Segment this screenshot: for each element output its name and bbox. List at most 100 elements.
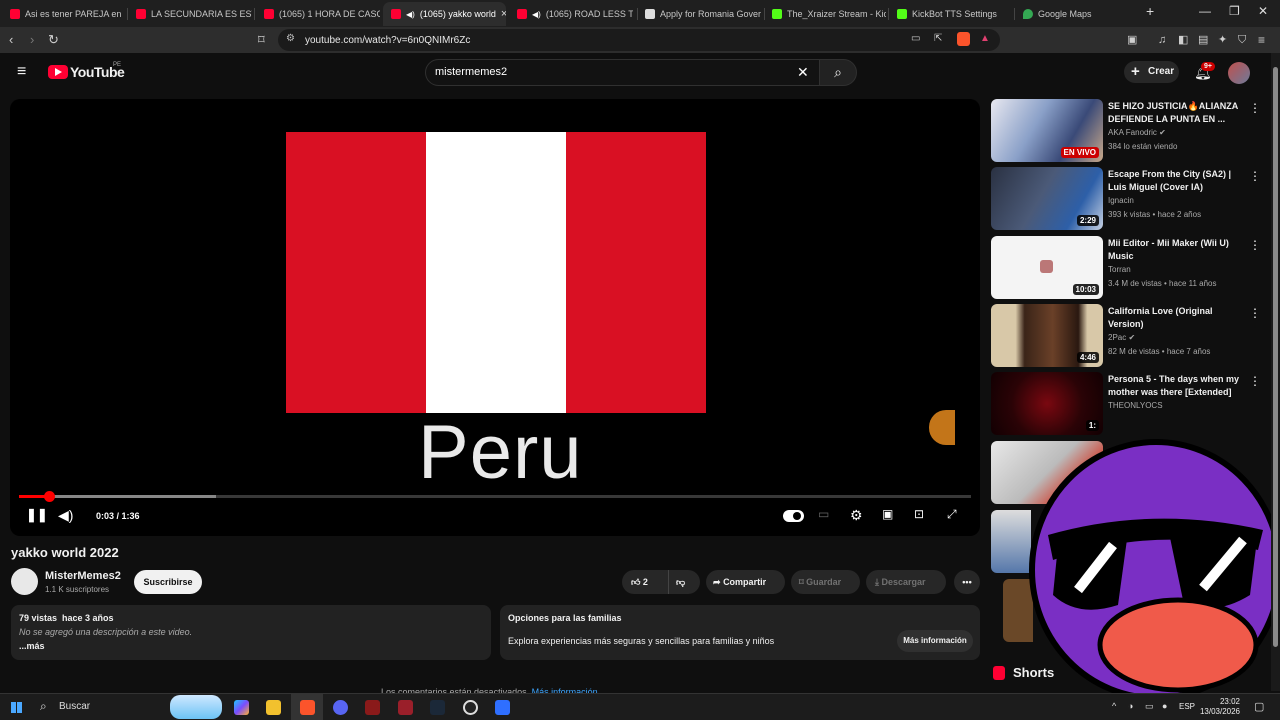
cast-icon[interactable]: ⊡: [914, 507, 924, 521]
swan-widget-icon[interactable]: [170, 695, 222, 719]
app-icon[interactable]: [398, 700, 413, 715]
settings-gear-icon[interactable]: ⚙: [850, 507, 863, 524]
close-window-icon[interactable]: ✕: [1258, 4, 1268, 18]
taskbar-search[interactable]: Buscar: [59, 701, 90, 712]
video-card-channel[interactable]: Torran: [1108, 265, 1131, 274]
save-button[interactable]: ⌑ Guardar: [791, 570, 860, 594]
create-button[interactable]: + Crear: [1124, 61, 1179, 83]
copilot-icon[interactable]: [234, 700, 249, 715]
video-thumbnail[interactable]: 4:46: [991, 304, 1103, 367]
download-button[interactable]: ⤓ Descargar: [866, 570, 946, 594]
video-card-title[interactable]: Persona 5 - The days when my mother was …: [1108, 373, 1248, 400]
browser-tab[interactable]: KickBot TTS Settings: [889, 2, 1013, 26]
channel-avatar[interactable]: [11, 568, 38, 595]
file-explorer-icon[interactable]: [266, 700, 281, 715]
close-tab-icon[interactable]: ×: [501, 8, 506, 20]
forward-icon[interactable]: ›: [30, 32, 34, 48]
vpn-icon[interactable]: ⛉: [1238, 32, 1246, 48]
reload-icon[interactable]: ↻: [48, 32, 59, 48]
subtitles-icon[interactable]: ▭: [818, 507, 829, 521]
more-actions-button[interactable]: •••: [954, 570, 980, 594]
video-card-channel[interactable]: Ignacin: [1108, 196, 1134, 205]
theater-mode-icon[interactable]: ▣: [882, 507, 893, 521]
language-indicator[interactable]: ESP: [1179, 702, 1195, 711]
autoplay-toggle[interactable]: [783, 510, 804, 522]
fullscreen-icon[interactable]: ⤢: [947, 507, 957, 522]
recommended-video[interactable]: EN VIVO SE HIZO JUSTICIA🔥ALIANZA DEFIEND…: [991, 99, 1271, 163]
more-vert-icon[interactable]: ⋮: [1249, 238, 1261, 252]
maximize-icon[interactable]: ❐: [1229, 4, 1240, 18]
browser-tab[interactable]: Asi es tener PAREJA en VE: [2, 2, 124, 26]
channel-name[interactable]: MisterMemes2: [45, 570, 121, 582]
description-box[interactable]: 79 vistas hace 3 años No se agregó una d…: [11, 605, 491, 660]
brave-browser-icon[interactable]: [300, 700, 315, 715]
scrollbar-thumb[interactable]: [1273, 67, 1278, 647]
browser-tab[interactable]: Google Maps: [1015, 2, 1135, 26]
cast-icon[interactable]: ▭: [911, 33, 920, 44]
progress-bar[interactable]: [19, 491, 971, 502]
browser-tab[interactable]: LA SECUNDARIA ES ESTUP: [128, 2, 252, 26]
more-vert-icon[interactable]: ⋮: [1249, 374, 1261, 388]
recommended-video[interactable]: 10:03 Mii Editor - Mii Maker (Wii U) Mus…: [991, 236, 1271, 300]
video-card-title[interactable]: Escape From the City (SA2) | Luis Miguel…: [1108, 168, 1248, 195]
new-tab-button[interactable]: +: [1146, 3, 1154, 19]
youtube-logo-icon[interactable]: [48, 65, 68, 79]
network-icon[interactable]: ▭: [1145, 701, 1154, 712]
app-icon[interactable]: [365, 700, 380, 715]
wallet-icon[interactable]: ▤: [1198, 32, 1208, 48]
panel-icon[interactable]: ◧: [1178, 32, 1188, 48]
video-card-title[interactable]: California Love (Original Version): [1108, 305, 1248, 332]
search-input[interactable]: mistermemes2: [425, 59, 823, 86]
like-button[interactable]: 👍︎ 2: [622, 570, 668, 594]
taskbar-clock[interactable]: 23:02 13/03/2026: [1198, 697, 1240, 717]
browser-tab[interactable]: (1065) 1 HORA DE CASOS: [256, 2, 380, 26]
video-thumbnail[interactable]: 10:03: [991, 236, 1103, 299]
windows-start-icon[interactable]: [11, 702, 22, 713]
subscribe-button[interactable]: Suscribirse: [134, 570, 202, 594]
search-button[interactable]: ⌕: [819, 59, 857, 86]
hamburger-menu-icon[interactable]: ≡: [17, 63, 26, 81]
video-card-title[interactable]: Mii Editor - Mii Maker (Wii U) Music: [1108, 237, 1248, 264]
more-info-button[interactable]: Más información: [897, 630, 973, 652]
clear-search-icon[interactable]: ✕: [797, 64, 809, 81]
rewards-icon[interactable]: ▲: [980, 33, 990, 44]
leo-icon[interactable]: ✦: [1218, 32, 1227, 48]
recommended-video[interactable]: 2:29 Escape From the City (SA2) | Luis M…: [991, 167, 1271, 231]
address-bar[interactable]: ⚙ youtube.com/watch?v=6n0QNIMr6Zc ▭ ⇱ ▲: [278, 29, 1000, 51]
video-thumbnail[interactable]: 2:29: [991, 167, 1103, 230]
recommended-video[interactable]: 4:46 California Love (Original Version) …: [991, 304, 1271, 368]
brave-shields-icon[interactable]: [957, 32, 970, 46]
more-vert-icon[interactable]: ⋮: [1249, 101, 1261, 115]
discord-icon[interactable]: [333, 700, 348, 715]
back-icon[interactable]: ‹: [9, 32, 13, 48]
avatar[interactable]: [1228, 62, 1250, 84]
minimize-icon[interactable]: —: [1199, 4, 1211, 18]
page-scrollbar[interactable]: [1271, 53, 1280, 691]
steam-icon[interactable]: [430, 700, 445, 715]
more-vert-icon[interactable]: ⋮: [1249, 169, 1261, 183]
obs-icon[interactable]: [463, 700, 478, 715]
browser-tab-active[interactable]: ◀) (1065) yakko world ×: [383, 2, 506, 26]
roblox-icon[interactable]: [495, 700, 510, 715]
site-info-icon[interactable]: ⚙: [286, 33, 295, 44]
bookmark-icon[interactable]: ⌑: [258, 32, 265, 48]
scrubber-handle[interactable]: [43, 491, 55, 502]
video-card-channel[interactable]: THEONLYOCS: [1108, 401, 1163, 410]
music-icon[interactable]: ♫: [1158, 32, 1166, 48]
tray-icon[interactable]: ◑: [1128, 701, 1133, 711]
browser-tab[interactable]: The_Xraizer Stream - Kick: [764, 2, 886, 26]
volume-icon[interactable]: ◀): [58, 507, 73, 524]
browser-tab[interactable]: ◀) (1065) ROAD LESS TAK: [509, 2, 633, 26]
notification-center-icon[interactable]: ▢: [1254, 700, 1264, 713]
pause-button[interactable]: ❚❚: [26, 507, 48, 523]
microphone-icon[interactable]: ●: [1162, 701, 1167, 711]
video-card-channel[interactable]: AKA Fanodric ✔: [1108, 128, 1166, 137]
browser-tab[interactable]: Apply for Romania Gover: [637, 2, 763, 26]
more-vert-icon[interactable]: ⋮: [1249, 306, 1261, 320]
dislike-button[interactable]: 👎︎: [668, 570, 700, 594]
video-player[interactable]: Peru ⬉ ❚❚ ◀) 0:03 / 1:36 ▭ ⚙ ▣ ⊡ ⤢: [10, 99, 980, 536]
share-button[interactable]: ➦ Compartir: [706, 570, 785, 594]
video-thumbnail[interactable]: EN VIVO: [991, 99, 1103, 162]
tray-chevron-icon[interactable]: ^: [1112, 701, 1116, 711]
share-icon[interactable]: ⇱: [934, 33, 942, 44]
